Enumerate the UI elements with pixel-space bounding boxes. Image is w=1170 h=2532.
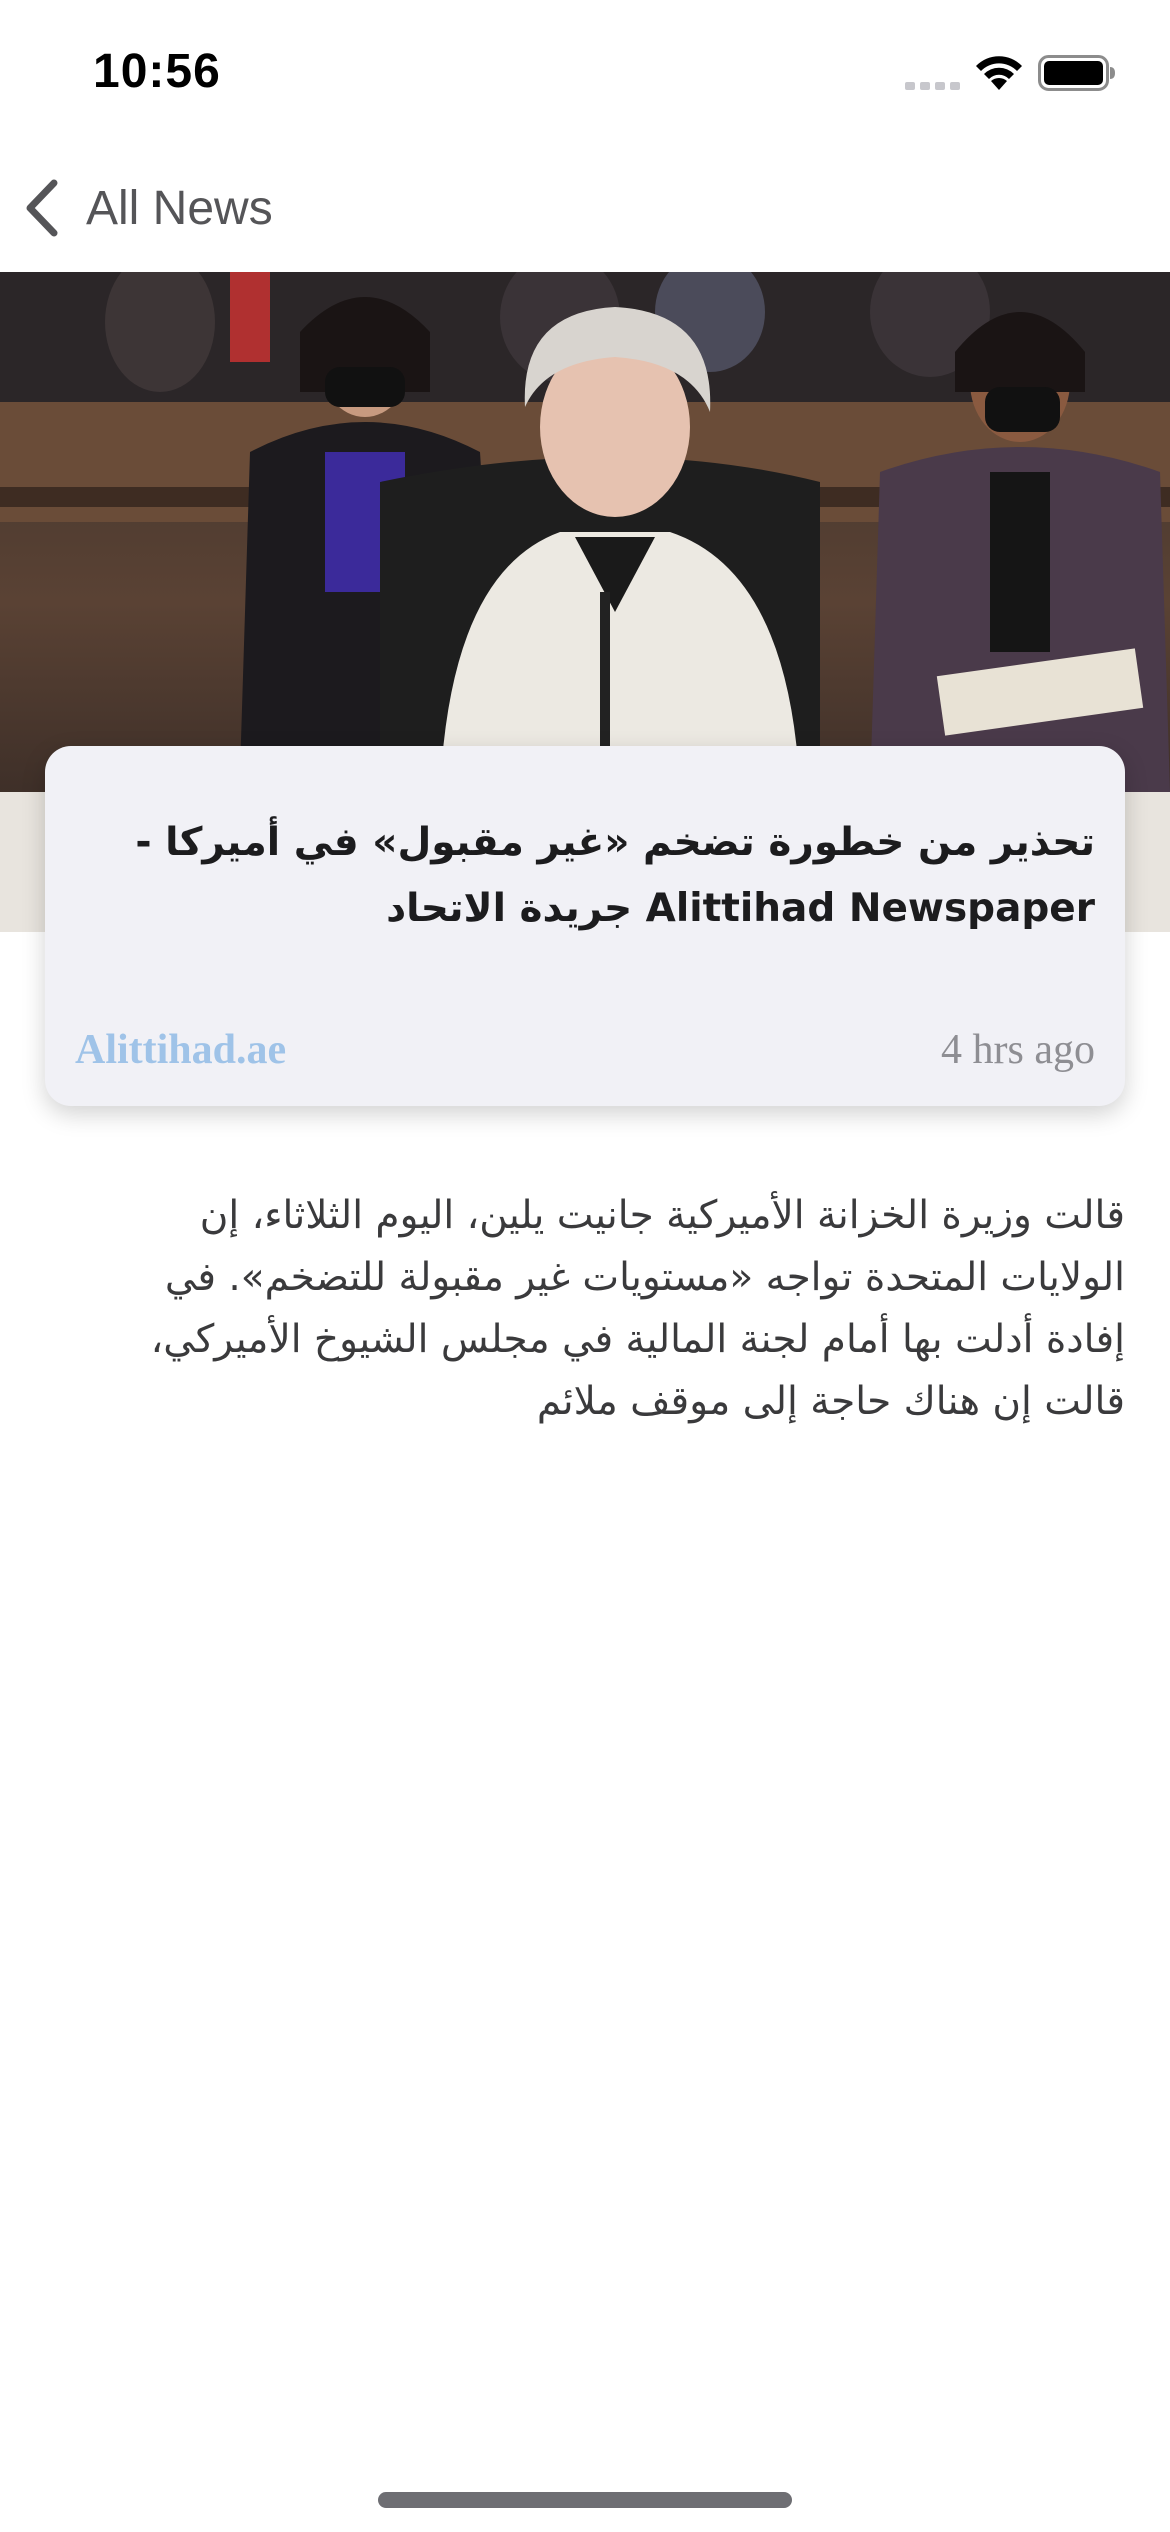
signal-icon xyxy=(905,82,960,90)
status-bar: 10:56 xyxy=(0,0,1170,150)
wifi-icon xyxy=(976,56,1022,90)
back-label: All News xyxy=(86,181,273,235)
battery-icon xyxy=(1038,55,1115,91)
article-source-link[interactable]: Alittihad.ae xyxy=(75,1026,286,1074)
home-indicator[interactable] xyxy=(378,2492,792,2508)
back-button[interactable]: All News xyxy=(22,168,273,248)
status-time: 10:56 xyxy=(93,45,221,98)
article-card[interactable]: تحذير من خطورة تضخم «غير مقبول» في أميرك… xyxy=(45,746,1125,1106)
article-body: قالت وزيرة الخزانة الأميركية جانيت يلين،… xyxy=(150,1193,1125,1424)
chevron-left-icon xyxy=(26,179,58,237)
article-time: 4 hrs ago xyxy=(941,1027,1095,1073)
article-title: تحذير من خطورة تضخم «غير مقبول» في أميرك… xyxy=(135,820,1095,931)
